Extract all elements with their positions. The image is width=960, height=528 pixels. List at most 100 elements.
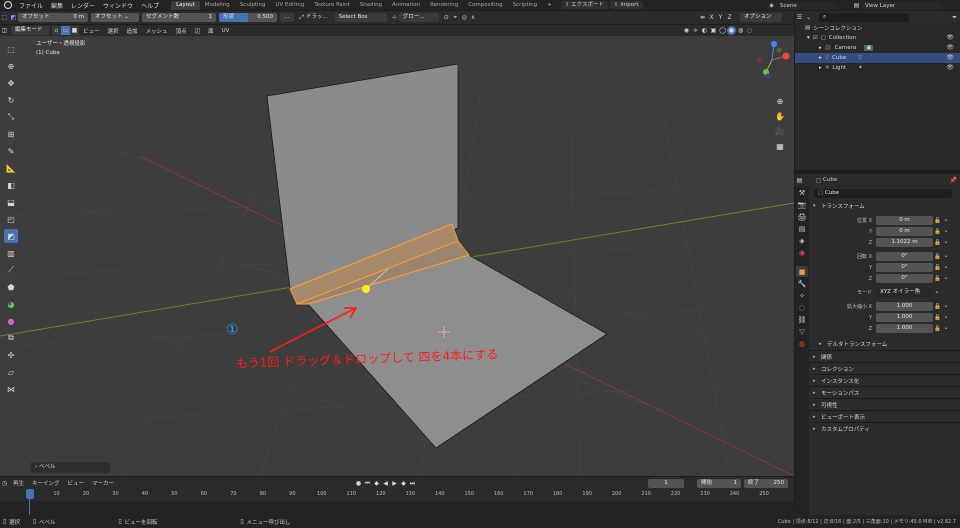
gizmo-icon[interactable]: ⟡ — [691, 26, 700, 35]
more-dropdown[interactable]: … — [280, 13, 294, 22]
data-tab-icon[interactable]: ▽ — [796, 326, 808, 337]
xray-icon[interactable]: ▣ — [709, 26, 718, 35]
eye-icon[interactable]: 👁 — [946, 64, 954, 71]
timeline-track[interactable]: 1102030405060708090100110120130140150160… — [0, 489, 794, 515]
eye-icon[interactable]: 👁 — [946, 54, 954, 61]
lock-icon[interactable]: 🔓 — [933, 276, 942, 282]
location-z-field[interactable]: 1.1022 m — [876, 238, 933, 247]
menu-window[interactable]: ウィンドウ — [99, 1, 137, 10]
keyframe-dot-icon[interactable]: • — [942, 218, 950, 224]
eye-icon[interactable]: 👁 — [946, 44, 954, 51]
shear-tool-icon[interactable]: ▱ — [4, 365, 18, 379]
section-custom-properties[interactable]: ▸ カスタムプロパティ — [809, 422, 960, 434]
spin-tool-icon[interactable]: ◕ — [4, 297, 18, 311]
tab-scripting[interactable]: Scripting — [508, 1, 542, 10]
annotate-tool-icon[interactable]: ✎ — [4, 144, 18, 158]
view-layer-selector[interactable]: ▤ View Layer — [852, 1, 941, 10]
menu-file[interactable]: ファイル — [15, 1, 47, 10]
keyframe-dot-icon[interactable]: • — [942, 254, 950, 260]
lock-icon[interactable]: 🔓 — [933, 229, 942, 235]
rendered-shading-icon[interactable]: ◌ — [745, 26, 754, 35]
end-frame-field[interactable]: 終了 250 — [744, 478, 788, 488]
location-x-field[interactable]: 0 m — [876, 216, 933, 225]
vertex-select-icon[interactable]: ▫ — [52, 26, 61, 35]
constraints-tab-icon[interactable]: ⛓ — [796, 314, 808, 325]
particles-tab-icon[interactable]: ✧ — [796, 290, 808, 301]
tab-sculpting[interactable]: Sculpting — [235, 1, 271, 10]
play-icon[interactable]: ▶ — [390, 479, 399, 488]
outliner-search-input[interactable]: ⌕ — [819, 12, 909, 22]
proportional-falloff-icon[interactable]: ∧ — [469, 13, 478, 22]
outliner-item-cube[interactable]: ▸ ▽ Cube ▽ 👁 — [795, 53, 960, 63]
transform-tool-icon[interactable]: ⊞ — [4, 127, 18, 141]
modifier-tab-icon[interactable]: 🔧 — [796, 278, 808, 289]
playhead[interactable] — [26, 489, 34, 499]
menu-add[interactable]: 追加 — [123, 27, 142, 35]
axis-x-toggle[interactable]: X — [707, 13, 716, 22]
knife-tool-icon[interactable]: ⟋ — [4, 263, 18, 277]
menu-timeline-view[interactable]: ビュー — [64, 479, 89, 487]
add-workspace-button[interactable]: + — [542, 1, 557, 10]
pivot-icon[interactable]: ⊙ — [442, 13, 451, 22]
location-y-field[interactable]: 0 m — [876, 227, 933, 236]
tab-layout[interactable]: Layout — [171, 0, 200, 10]
keyframe-dot-icon[interactable]: • — [933, 290, 941, 296]
inset-tool-icon[interactable]: ◰ — [4, 212, 18, 226]
add-cube-tool-icon[interactable]: ◧ — [4, 178, 18, 192]
smooth-tool-icon[interactable]: ● — [4, 314, 18, 328]
scale-x-field[interactable]: 1.000 — [876, 302, 933, 311]
menu-uv[interactable]: UV — [218, 28, 234, 34]
object-name-field[interactable]: ▢ Cube — [814, 188, 952, 198]
extrude-tool-icon[interactable]: ⬓ — [4, 195, 18, 209]
edge-slide-tool-icon[interactable]: ⧉ — [4, 331, 18, 345]
tab-texture-paint[interactable]: Texture Paint — [309, 1, 355, 10]
poly-build-tool-icon[interactable]: ⬟ — [4, 280, 18, 294]
mode-dropdown[interactable]: 編集モード — [11, 26, 49, 35]
shape-slider[interactable]: 形状 0.500 — [219, 13, 277, 22]
scale-y-field[interactable]: 1.000 — [876, 313, 933, 322]
axis-z-toggle[interactable]: Z — [725, 13, 734, 22]
tab-rendering[interactable]: Rendering — [425, 1, 463, 10]
blender-logo-icon[interactable] — [4, 1, 12, 9]
record-icon[interactable]: ● — [354, 479, 363, 488]
play-reverse-icon[interactable]: ◀ — [381, 479, 390, 488]
eye-icon[interactable]: 👁 — [946, 34, 954, 41]
lock-icon[interactable]: 🔓 — [933, 240, 942, 246]
section-transform[interactable]: ▾ トランスフォーム — [809, 200, 960, 212]
filter-icon[interactable]: ⏷ — [950, 13, 959, 22]
outliner-editor-icon[interactable]: ☰ — [795, 13, 804, 22]
bevel-tool-button-icon[interactable]: ◩ — [4, 229, 18, 243]
segments-field[interactable]: セグメント数 1 — [142, 13, 216, 22]
menu-select[interactable]: 選択 — [104, 27, 123, 35]
measure-tool-icon[interactable]: 📐 — [4, 161, 18, 175]
offset-type-select[interactable]: オフセット ⌄ — [91, 13, 139, 22]
menu-playback[interactable]: 再生 — [9, 479, 28, 487]
tool-tab-icon[interactable]: ⚒ — [796, 187, 808, 198]
menu-help[interactable]: ヘルプ — [137, 1, 163, 10]
bevel-drag-handle[interactable] — [362, 285, 370, 293]
wireframe-shading-icon[interactable]: ◯ — [718, 26, 727, 35]
pan-hand-icon[interactable]: ✋ — [773, 110, 787, 122]
material-tab-icon[interactable]: ◍ — [796, 338, 808, 349]
section-collections[interactable]: ▸ コレクション — [809, 362, 960, 374]
navigation-gizmo[interactable] — [752, 40, 792, 80]
start-frame-field[interactable]: 開始 1 — [697, 478, 741, 488]
physics-tab-icon[interactable]: ◌ — [796, 302, 808, 313]
menu-face[interactable]: 面 — [204, 27, 218, 35]
outliner-item-light[interactable]: ▸ ✳ Light ✦ 👁 — [795, 63, 960, 73]
select-tool-icon[interactable]: ⬚ — [4, 42, 18, 56]
keyframe-dot-icon[interactable]: • — [942, 326, 950, 332]
move-tool-icon[interactable]: ✥ — [4, 76, 18, 90]
tab-uv-editing[interactable]: UV Editing — [271, 1, 310, 10]
editor-type-icon[interactable]: ⬚ — [0, 13, 9, 22]
prev-keyframe-icon[interactable]: ◆ — [372, 479, 381, 488]
options-dropdown[interactable]: オプション — [740, 13, 782, 22]
render-tab-icon[interactable]: 📷 — [796, 199, 808, 210]
properties-editor-icon[interactable]: ▤ — [795, 176, 804, 185]
lock-icon[interactable]: 🔓 — [933, 304, 942, 310]
gizmo-x-icon[interactable] — [782, 52, 790, 60]
object-tab-icon[interactable]: ■ — [796, 266, 808, 277]
section-delta-transform[interactable]: ▸ デルタトランスフォーム — [809, 338, 960, 350]
snap-icon[interactable]: ⌖ — [451, 13, 460, 22]
menu-edge[interactable]: 辺 — [191, 27, 205, 35]
